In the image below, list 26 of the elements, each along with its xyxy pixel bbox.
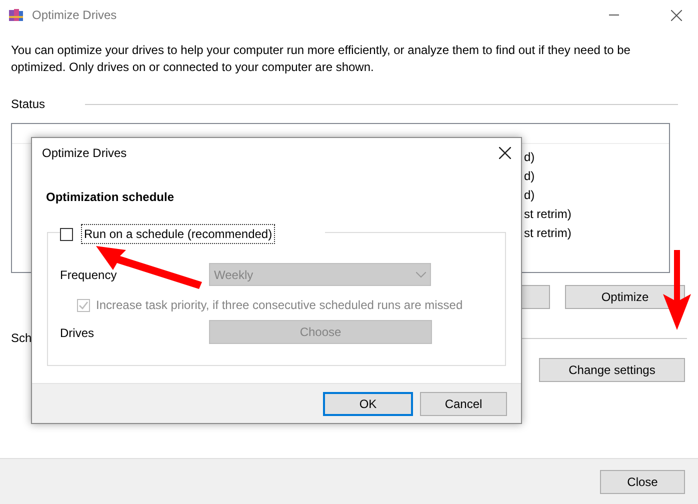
status-text: d): [524, 187, 535, 204]
checkbox-label: Increase task priority, if three consecutive scheduled runs are missed: [96, 297, 463, 314]
status-text: st retrim): [524, 225, 572, 242]
close-button[interactable]: Close: [600, 470, 685, 494]
optimize-button[interactable]: Optimize: [565, 285, 685, 309]
dialog-title: Optimize Drives: [42, 145, 127, 162]
window-title: Optimize Drives: [32, 7, 117, 24]
chevron-down-icon: [416, 272, 426, 278]
close-icon[interactable]: [671, 10, 682, 20]
status-text: st retrim): [524, 206, 572, 223]
section-label: Status: [11, 96, 46, 113]
status-text: d): [524, 149, 535, 166]
description-text: You can optimize your drives to help your computer run more efficiently, or analyze them to find out if they need to be optimized. Only drives on or connected to your computer are shown.: [10, 42, 632, 76]
section-heading: Optimization schedule: [45, 189, 174, 206]
cancel-button[interactable]: Cancel: [420, 392, 507, 416]
checkbox[interactable]: [60, 228, 73, 240]
checkbox-label[interactable]: Run on a schedule (recommended): [81, 224, 276, 244]
ok-button[interactable]: OK: [323, 392, 413, 416]
status-text: d): [524, 168, 535, 185]
app-icon: [8, 7, 24, 23]
close-icon[interactable]: [499, 147, 511, 159]
field-label: Frequency: [60, 266, 118, 284]
section-label: Sch: [11, 330, 32, 347]
field-label: Drives: [60, 325, 96, 342]
frequency-dropdown: Weekly: [209, 263, 431, 286]
change-settings-button[interactable]: Change settings: [539, 358, 685, 382]
